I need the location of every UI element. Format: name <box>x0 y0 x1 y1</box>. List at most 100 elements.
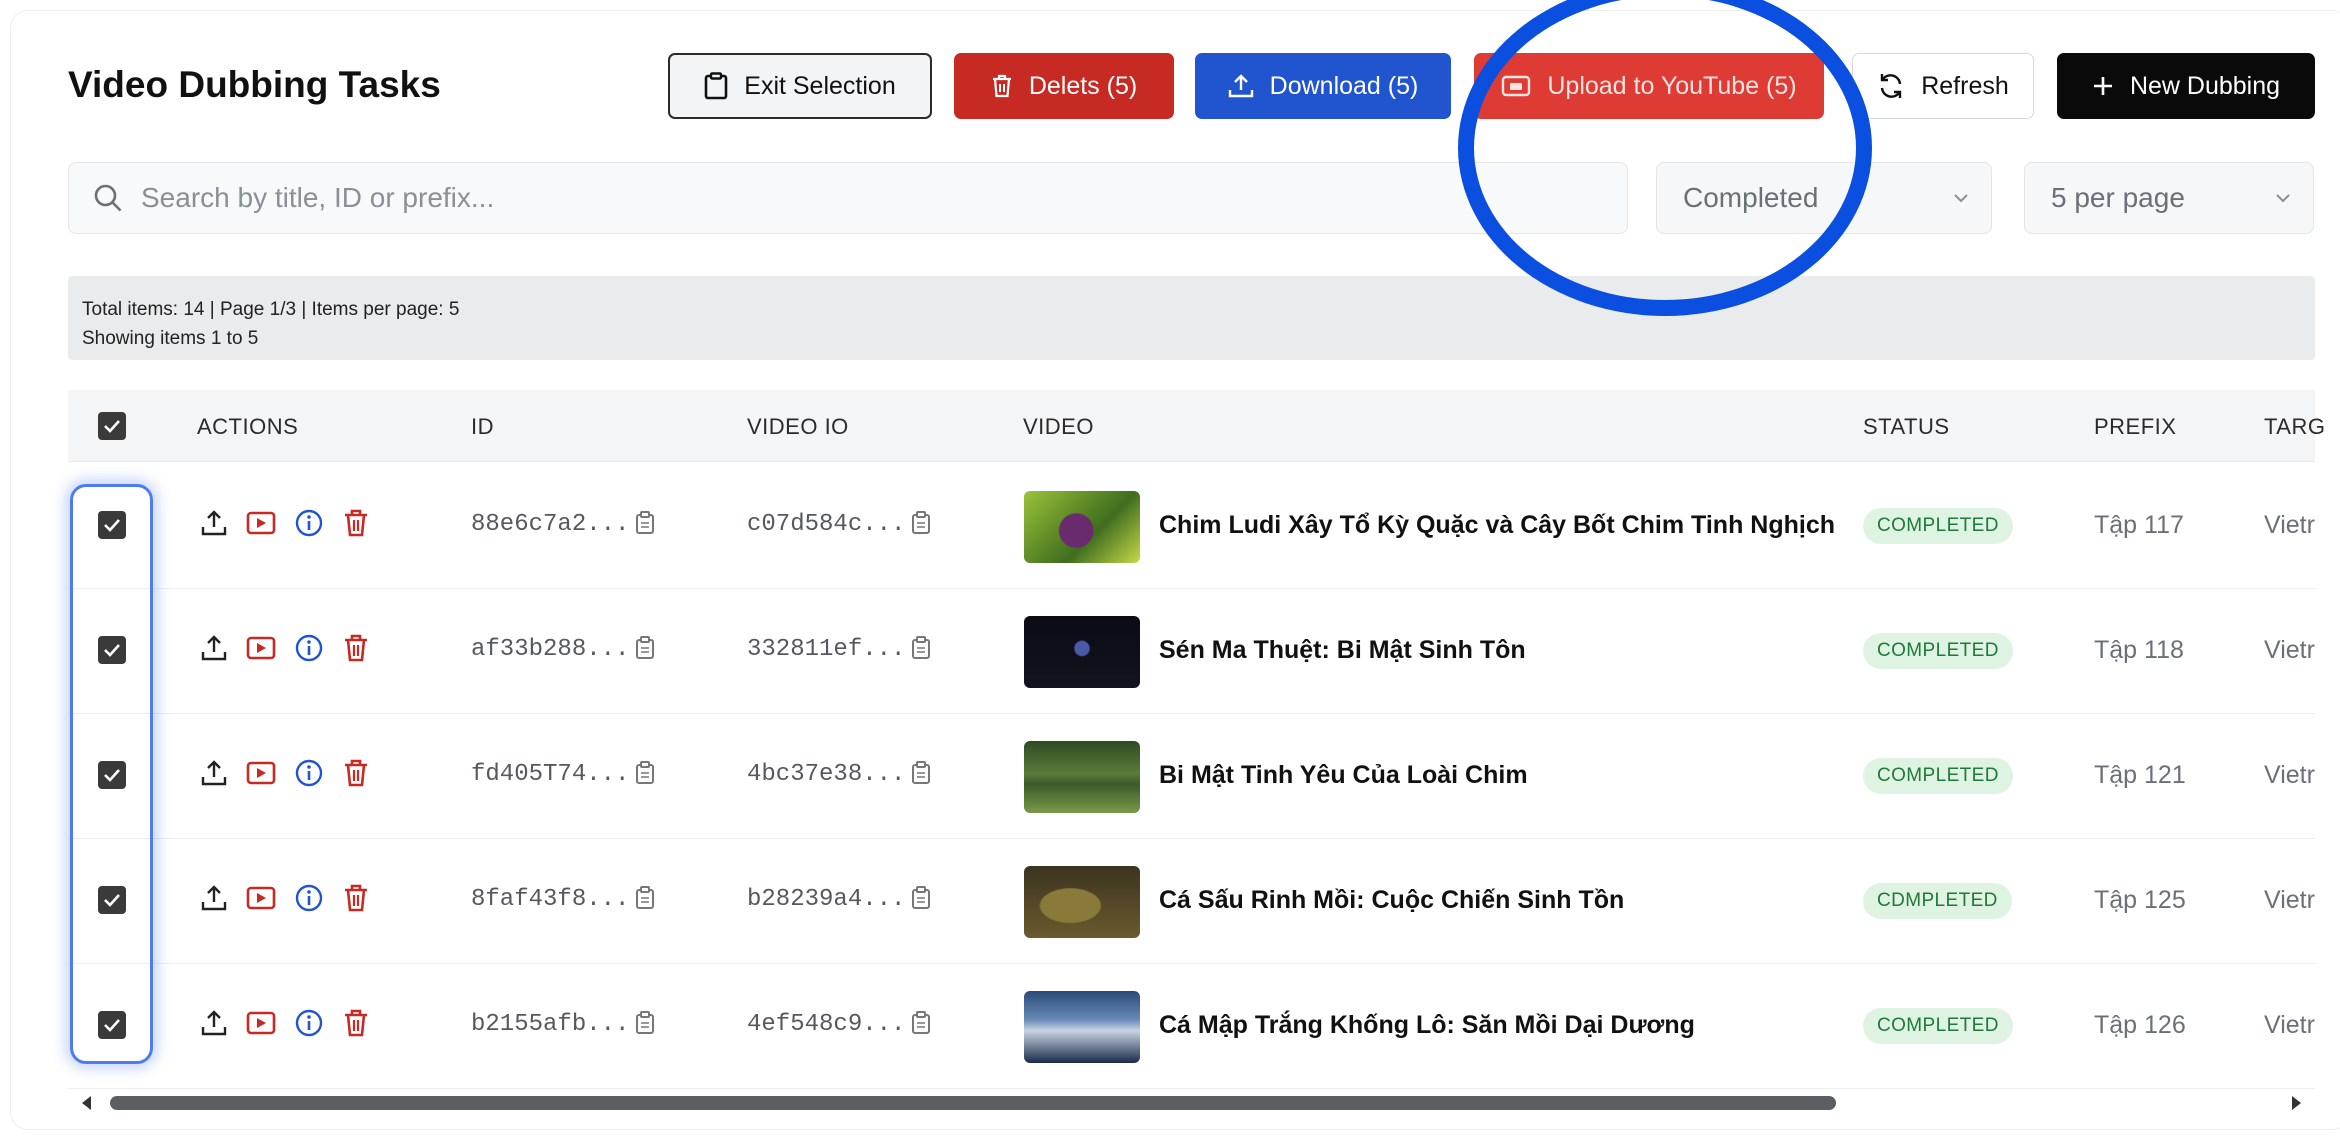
upload-icon[interactable] <box>200 759 228 787</box>
copy-icon[interactable] <box>910 1010 932 1036</box>
new-dubbing-button[interactable]: New Dubbing <box>2057 53 2315 119</box>
upload-icon[interactable] <box>200 884 228 912</box>
upload-icon[interactable] <box>200 509 228 537</box>
row-actions <box>200 1008 370 1038</box>
youtube-icon[interactable] <box>246 885 276 911</box>
pagination-summary: Total items: 14 | Page 1/3 | Items per p… <box>68 276 2315 360</box>
info-icon[interactable] <box>294 633 324 663</box>
header-target[interactable]: TARG <box>2264 414 2325 440</box>
table-header: ACTIONS ID VIDEO IO VIDEO STATUS PREFIX … <box>68 390 2325 462</box>
status-filter-select[interactable]: Completed <box>1656 162 1992 234</box>
copy-icon[interactable] <box>634 1010 656 1036</box>
upload-youtube-label: Upload to YouTube (5) <box>1547 71 1797 100</box>
upload-youtube-button[interactable]: Upload to YouTube (5) <box>1474 53 1824 119</box>
row-actions <box>200 758 370 788</box>
trash-icon[interactable] <box>342 758 370 788</box>
new-dubbing-label: New Dubbing <box>2129 71 2281 100</box>
video-thumbnail[interactable] <box>1024 491 1140 563</box>
video-thumbnail[interactable] <box>1024 866 1140 938</box>
copy-icon[interactable] <box>910 510 932 536</box>
chevron-down-icon <box>1954 194 1968 203</box>
trash-icon[interactable] <box>342 883 370 913</box>
trash-icon[interactable] <box>342 508 370 538</box>
youtube-icon[interactable] <box>246 760 276 786</box>
upload-icon[interactable] <box>200 634 228 662</box>
check-icon <box>104 420 120 433</box>
youtube-icon[interactable] <box>246 1010 276 1036</box>
select-all-checkbox[interactable] <box>98 412 126 440</box>
copy-icon[interactable] <box>910 760 932 786</box>
header-prefix[interactable]: PREFIX <box>2094 414 2176 440</box>
prefix-value: Tập 117 <box>2094 511 2184 539</box>
copy-icon[interactable] <box>634 510 656 536</box>
header-video-id[interactable]: VIDEO IO <box>747 414 849 440</box>
status-badge: COMPLETED <box>1863 633 2013 669</box>
status-filter-value: Completed <box>1683 182 1819 213</box>
video-title[interactable]: Bi Mật Tinh Yêu Của Loài Chim <box>1159 761 1528 790</box>
per-page-value: 5 per page <box>2051 182 2185 213</box>
prefix-value: Tập 118 <box>2094 636 2184 664</box>
info-icon[interactable] <box>294 508 324 538</box>
video-title[interactable]: Sén Ma Thuệt: Bi Mật Sinh Tôn <box>1159 636 1526 665</box>
youtube-icon[interactable] <box>246 635 276 661</box>
video-title[interactable]: Chim Ludi Xây Tổ Kỳ Quặc và Cây Bốt Chim… <box>1159 511 1835 540</box>
horizontal-scrollbar[interactable] <box>68 1092 2315 1114</box>
table-row[interactable]: 88e6c7a2... c07d584c... Chim Ludi Xây Tổ… <box>68 464 2315 589</box>
header-actions: ACTIONS <box>197 414 299 439</box>
delete-selected-button[interactable]: Delets (5) <box>954 53 1174 119</box>
header-id[interactable]: ID <box>471 414 494 440</box>
table-row[interactable]: fd405T74... 4bc37e38... Bi Mật Tinh Yêu … <box>68 714 2315 839</box>
status-badge: COMPLETED <box>1863 1008 2013 1044</box>
exit-selection-button[interactable]: Exit Selection <box>668 53 932 119</box>
search-box <box>68 162 1628 234</box>
task-id: 88e6c7a2... <box>471 511 630 538</box>
upload-icon[interactable] <box>200 1009 228 1037</box>
video-id: 4bc37e38... <box>747 761 906 788</box>
video-id: 4ef548c9... <box>747 1011 906 1038</box>
target-language: Vietr <box>2264 636 2315 664</box>
upload-tray-icon <box>1228 74 1253 98</box>
video-thumbnail[interactable] <box>1024 991 1140 1063</box>
copy-icon[interactable] <box>634 635 656 661</box>
search-input[interactable] <box>141 182 1541 214</box>
copy-icon[interactable] <box>634 885 656 911</box>
refresh-button[interactable]: Refresh <box>1852 53 2034 119</box>
target-language: Vietr <box>2264 511 2315 539</box>
chevron-down-icon <box>2276 194 2290 203</box>
download-selected-label: Download (5) <box>1269 71 1419 100</box>
info-icon[interactable] <box>294 758 324 788</box>
copy-icon[interactable] <box>634 760 656 786</box>
task-id: 8faf43f8... <box>471 886 630 913</box>
video-id: 332811ef... <box>747 636 906 663</box>
video-thumbnail[interactable] <box>1024 616 1140 688</box>
scroll-right-arrow[interactable] <box>2292 1096 2301 1110</box>
status-badge: COMPLETED <box>1863 508 2013 544</box>
info-icon[interactable] <box>294 1008 324 1038</box>
plus-icon <box>2093 77 2112 95</box>
delete-selected-label: Delets (5) <box>1028 71 1138 100</box>
header-video[interactable]: VIDEO <box>1023 414 1094 440</box>
video-title[interactable]: Cá Mập Trắng Khống Lô: Săn Mồi Dại Dương <box>1159 1011 1695 1040</box>
copy-icon[interactable] <box>910 885 932 911</box>
info-icon[interactable] <box>294 883 324 913</box>
video-id: b28239a4... <box>747 886 906 913</box>
youtube-icon[interactable] <box>246 510 276 536</box>
status-badge: COMPLETED <box>1863 758 2013 794</box>
download-selected-button[interactable]: Download (5) <box>1195 53 1451 119</box>
header-status[interactable]: STATUS <box>1863 414 1950 440</box>
video-id: c07d584c... <box>747 511 906 538</box>
trash-icon[interactable] <box>342 633 370 663</box>
trash-icon[interactable] <box>342 1008 370 1038</box>
row-actions <box>200 633 370 663</box>
summary-totals: Total items: 14 | Page 1/3 | Items per p… <box>82 299 460 320</box>
table-row[interactable]: af33b288... 332811ef... Sén Ma Thuệt: Bi… <box>68 589 2315 714</box>
scroll-left-arrow[interactable] <box>82 1096 91 1110</box>
copy-icon[interactable] <box>910 635 932 661</box>
table-row[interactable]: 8faf43f8... b28239a4... Cá Sấu Rinh Mồi:… <box>68 839 2315 964</box>
video-title[interactable]: Cá Sấu Rinh Mồi: Cuộc Chiến Sinh Tồn <box>1159 886 1624 915</box>
per-page-select[interactable]: 5 per page <box>2024 162 2314 234</box>
video-thumbnail[interactable] <box>1024 741 1140 813</box>
table-row[interactable]: b2155afb... 4ef548c9... Cá Mập Trắng Khố… <box>68 964 2315 1089</box>
youtube-icon <box>1502 75 1531 97</box>
scrollbar-thumb[interactable] <box>110 1096 1836 1110</box>
